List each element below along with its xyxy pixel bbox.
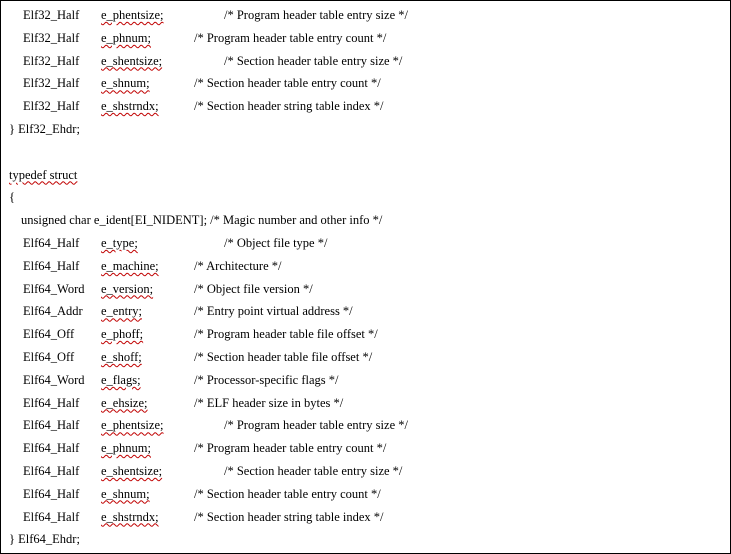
code-line: Elf64_Half e_phentsize; /* Program header … [1,414,730,437]
field-comment: /* Object file version */ [194,281,313,296]
field-comment: /* Program header table entry count */ [194,30,387,45]
field-type: Elf64_Half [23,258,80,273]
code-line: Elf64_Off e_shoff; /* Section header table… [1,346,730,369]
field-comment: /* Program header table entry count */ [194,441,387,456]
field-comment: /* Object file type */ [224,235,328,250]
field-type: Elf64_Word [23,281,85,296]
field-type: Elf32_Half [23,76,80,91]
code-line: Elf64_Half e_shstrndx; /* Section header s… [1,506,730,529]
code-line: Elf32_Half e_shnum; /* Section header tabl… [1,72,730,95]
field-type: Elf32_Half [23,30,80,45]
code-listing: Elf32_Half e_phentsize; /* Program header … [1,4,730,551]
code-text: } Elf32_Ehdr; [9,121,80,136]
field-name: e_flags; [101,372,141,387]
field-name: e_type; [101,235,138,250]
field-type: Elf64_Off [23,327,75,342]
field-name: e_phentsize; [101,8,164,22]
code-text: } Elf64_Ehdr; [9,532,80,547]
code-line: Elf64_Half e_type; /* Object file type */ [1,232,730,255]
field-name: e_machine; [101,258,159,273]
code-line: Elf64_Half e_phnum; /* Program header tabl… [1,437,730,460]
field-type: Elf64_Half [23,395,80,410]
field-type: Elf64_Half [23,486,80,501]
code-line: Elf64_Off e_phoff; /* Program header table… [1,323,730,346]
code-line: Elf64_Half e_ehsize; /* ELF header size in… [1,392,730,415]
field-name: e_version; [101,281,154,296]
field-type: Elf64_Half [23,463,80,478]
field-name: e_entry; [101,304,142,319]
code-line: unsigned char e_ident[EI_NIDENT]; /* Mag… [1,209,730,232]
code-line: Elf32_Half e_shentsize; /* Section header … [1,50,730,73]
field-comment: /* Entry point virtual address */ [194,304,353,319]
field-comment: /* Section header table entry size */ [224,53,403,68]
code-line: Elf64_Half e_shentsize; /* Section header … [1,460,730,483]
field-comment: /* Program header table entry size */ [224,418,408,433]
field-name: e_shoff; [101,349,142,364]
code-text: unsigned char e_ident[EI_NIDENT]; /* Mag… [21,213,383,228]
document-frame: Elf32_Half e_phentsize; /* Program header … [0,0,731,554]
field-comment: /* Program header table file offset */ [194,327,378,342]
field-type: Elf64_Word [23,372,85,387]
field-type: Elf32_Half [23,8,80,22]
field-type: Elf64_Half [23,235,80,250]
field-name: e_shnum; [101,486,150,501]
field-comment: /* Section header table entry count */ [194,76,381,91]
field-type: Elf32_Half [23,53,80,68]
field-name: e_phoff; [101,327,144,342]
field-comment: /* Architecture */ [194,258,282,273]
code-line: Elf32_Half e_phentsize; /* Program header … [1,4,730,27]
field-comment: /* Section header table entry size */ [224,463,403,478]
field-type: Elf64_Half [23,509,80,524]
field-name: e_phnum; [101,30,151,45]
field-comment: /* Section header string table index */ [194,509,384,524]
code-text: { [9,190,15,205]
field-name: e_phentsize; [101,418,164,433]
code-line: Elf64_Word e_version; /* Object file versi… [1,278,730,301]
field-comment: /* Section header string table index */ [194,99,384,114]
code-line: Elf32_Half e_phnum; /* Program header tabl… [1,27,730,50]
field-type: Elf64_Off [23,349,75,364]
field-type: Elf64_Half [23,441,80,456]
code-text: typedef struct [9,167,78,182]
field-name: e_shstrndx; [101,99,159,114]
code-line: } Elf64_Ehdr; [1,528,730,551]
field-comment: /* Processor-specific flags */ [194,372,339,387]
field-name: e_shentsize; [101,53,163,68]
field-comment: /* Section header table file offset */ [194,349,373,364]
code-line: typedef struct [1,164,730,187]
field-type: Elf64_Half [23,418,80,433]
code-line: Elf64_Addr e_entry; /* Entry point virtual… [1,300,730,323]
field-comment: /* Section header table entry count */ [194,486,381,501]
code-line: Elf64_Word e_flags; /* Processor-specific … [1,369,730,392]
field-name: e_shstrndx; [101,509,159,524]
code-line: { [1,186,730,209]
field-name: e_ehsize; [101,395,148,410]
field-name: e_shnum; [101,76,150,91]
field-name: e_phnum; [101,441,151,456]
field-comment: /* ELF header size in bytes */ [194,395,344,410]
code-line: Elf64_Half e_machine; /* Architecture */ [1,255,730,278]
code-line: } Elf32_Ehdr; [1,118,730,141]
field-type: Elf32_Half [23,99,80,114]
field-comment: /* Program header table entry size */ [224,8,408,22]
code-line: Elf64_Half e_shnum; /* Section header tabl… [1,483,730,506]
field-type: Elf64_Addr [23,304,83,319]
field-name: e_shentsize; [101,463,163,478]
code-line: Elf32_Half e_shstrndx; /* Section header s… [1,95,730,118]
